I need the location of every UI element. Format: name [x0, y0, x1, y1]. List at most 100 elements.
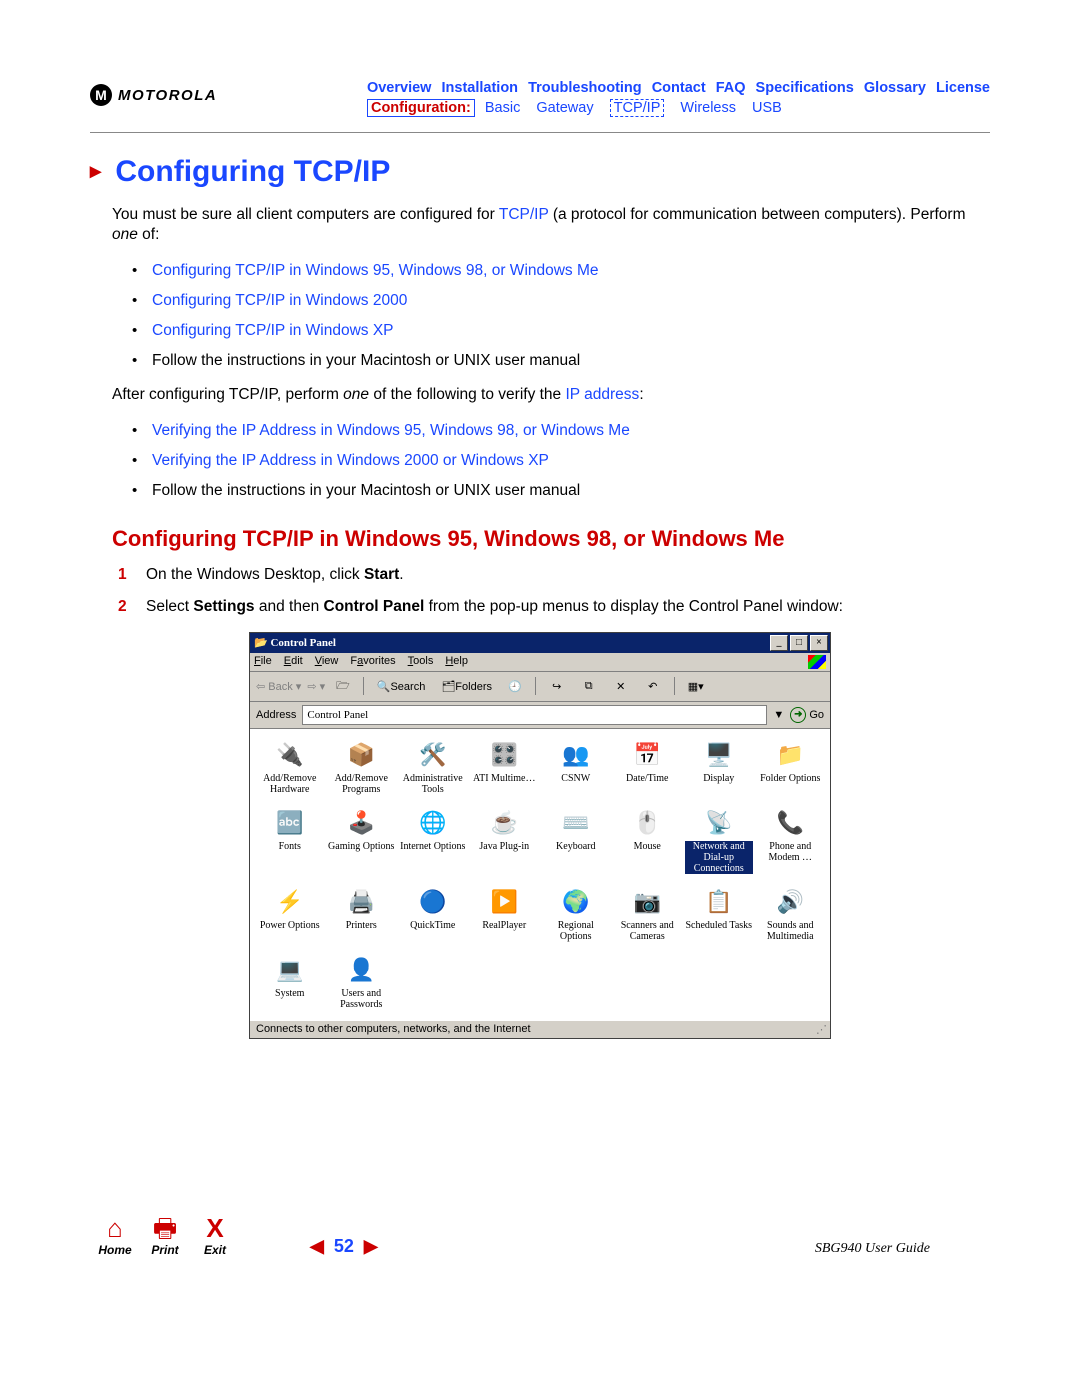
nav-sub-tcpip[interactable]: TCP/IP	[610, 99, 665, 117]
tool-copy[interactable]: ⧉	[576, 676, 602, 696]
cp-icon[interactable]: 📷Scanners and Cameras	[612, 884, 684, 948]
bullet-item[interactable]: Configuring TCP/IP in Windows 95, Window…	[122, 262, 990, 280]
footer-print[interactable]: 🖶 Print	[140, 1215, 190, 1257]
page-prev[interactable]: ◀	[310, 1236, 324, 1257]
tool-folders[interactable]: 🗂Folders	[436, 678, 497, 695]
nav-faq[interactable]: FAQ	[716, 80, 746, 96]
cp-icon[interactable]: 🖥️Display	[683, 737, 755, 801]
cp-icon[interactable]: 📡Network and Dial-up Connections	[683, 805, 755, 880]
bullet-list-2: Verifying the IP Address in Windows 95, …	[122, 422, 990, 500]
cp-icon[interactable]: 🔌Add/Remove Hardware	[254, 737, 326, 801]
cp-icon[interactable]: 🌐Internet Options	[397, 805, 469, 880]
cp-icon-glyph: 🔵	[417, 886, 449, 918]
cp-icon-label: Gaming Options	[328, 841, 396, 852]
bullet-link[interactable]: Configuring TCP/IP in Windows 95, Window…	[152, 262, 599, 279]
tool-delete[interactable]: ✕	[608, 676, 634, 696]
cp-icon-label: Add/Remove Programs	[328, 773, 396, 795]
menu-view[interactable]: View	[315, 655, 339, 669]
cp-icon-glyph: 🔊	[774, 886, 806, 918]
nav-overview[interactable]: Overview	[367, 80, 432, 96]
nav-sub-gateway[interactable]: Gateway	[536, 100, 593, 116]
cp-icon[interactable]: 🕹️ Gaming Options	[326, 805, 398, 880]
cp-icon[interactable]: 📞Phone and Modem …	[755, 805, 827, 880]
tool-forward[interactable]: ⇨ ▾	[307, 680, 325, 693]
footer-exit[interactable]: X Exit	[190, 1215, 240, 1257]
tool-undo[interactable]: ↶	[640, 676, 666, 696]
nav-specifications[interactable]: Specifications	[756, 80, 854, 96]
bullet-link[interactable]: Verifying the IP Address in Windows 95, …	[152, 422, 630, 439]
footer-home[interactable]: ⌂ Home	[90, 1215, 140, 1257]
cp-icon[interactable]: ▶️RealPlayer	[469, 884, 541, 948]
tool-views[interactable]: ▦▾	[683, 676, 709, 696]
maximize-button[interactable]: □	[790, 635, 808, 651]
bullet-item[interactable]: Configuring TCP/IP in Windows XP	[122, 322, 990, 340]
nav-contact[interactable]: Contact	[652, 80, 706, 96]
nav-sub-basic[interactable]: Basic	[485, 100, 520, 116]
nav-installation[interactable]: Installation	[442, 80, 519, 96]
tool-up[interactable]: 🗁	[331, 675, 355, 698]
addr-go[interactable]: ➜Go	[790, 707, 824, 723]
menu-favorites[interactable]: Favorites	[350, 655, 395, 669]
close-button[interactable]: ×	[810, 635, 828, 651]
cp-icon-label: Add/Remove Hardware	[256, 773, 324, 795]
link-ip-address[interactable]: IP address	[565, 386, 639, 403]
nav-sub-usb[interactable]: USB	[752, 100, 782, 116]
tool-back[interactable]: ⇦ Back ▾	[256, 680, 301, 693]
bullet-link[interactable]: Verifying the IP Address in Windows 2000…	[152, 452, 549, 469]
cp-icon[interactable]: 🖨️Printers	[326, 884, 398, 948]
cp-icon-label: Administrative Tools	[399, 773, 467, 795]
bullet-link[interactable]: Configuring TCP/IP in Windows XP	[152, 322, 394, 339]
page-footer: ⌂ Home 🖶 Print X Exit ◀ 52 ▶ SBG940 User…	[90, 1215, 990, 1257]
cp-icon[interactable]: 📦Add/Remove Programs	[326, 737, 398, 801]
resize-grip-icon[interactable]: ⋰	[816, 1023, 824, 1036]
bullet-item[interactable]: Configuring TCP/IP in Windows 2000	[122, 292, 990, 310]
nav-sub-wireless[interactable]: Wireless	[680, 100, 736, 116]
motorola-glyph-icon: M	[90, 84, 112, 106]
addr-dropdown[interactable]: ▼	[773, 709, 784, 721]
cp-icon[interactable]: 📅Date/Time	[612, 737, 684, 801]
bullet-link[interactable]: Configuring TCP/IP in Windows 2000	[152, 292, 407, 309]
bullet-item: Follow the instructions in your Macintos…	[122, 352, 990, 370]
addr-input[interactable]	[302, 705, 767, 725]
nav-troubleshooting[interactable]: Troubleshooting	[528, 80, 642, 96]
cp-icon[interactable]: 📁Folder Options	[755, 737, 827, 801]
tool-search[interactable]: 🔍Search	[372, 678, 431, 695]
nav-glossary[interactable]: Glossary	[864, 80, 926, 96]
cp-icon[interactable]: ⚡Power Options	[254, 884, 326, 948]
menu-tools[interactable]: Tools	[408, 655, 434, 669]
nav-license[interactable]: License	[936, 80, 990, 96]
cp-icon[interactable]: 🔊Sounds and Multimedia	[755, 884, 827, 948]
cp-icon-label: System	[256, 988, 324, 999]
cp-addressbar: Address ▼ ➜Go	[250, 702, 830, 729]
menu-edit[interactable]: Edit	[284, 655, 303, 669]
cp-icon[interactable]: 🔵QuickTime	[397, 884, 469, 948]
cp-icon[interactable]: 🖱️Mouse	[612, 805, 684, 880]
link-tcpip[interactable]: TCP/IP	[499, 206, 549, 223]
nav-top: Overview Installation Troubleshooting Co…	[367, 80, 990, 96]
cp-icon[interactable]: ☕Java Plug-in	[469, 805, 541, 880]
cp-icon[interactable]: 🛠️Administrative Tools	[397, 737, 469, 801]
cp-icon[interactable]: 🎛️ATI Multime…	[469, 737, 541, 801]
cp-icon[interactable]: 💻System	[254, 952, 326, 1016]
cp-icon[interactable]: 📋Scheduled Tasks	[683, 884, 755, 948]
page-next[interactable]: ▶	[364, 1236, 378, 1257]
cp-icon[interactable]: 🌍Regional Options	[540, 884, 612, 948]
cp-icon-label: Power Options	[256, 920, 324, 931]
cp-icon-label: Java Plug-in	[471, 841, 539, 852]
cp-icon[interactable]: 👤Users and Passwords	[326, 952, 398, 1016]
cp-icon-glyph: 🔌	[274, 739, 306, 771]
menu-help[interactable]: Help	[445, 655, 468, 669]
cp-icon[interactable]: 👥CSNW	[540, 737, 612, 801]
cp-icon-glyph: 🕹️	[345, 807, 377, 839]
cp-icon-label: Keyboard	[542, 841, 610, 852]
cp-icon[interactable]: ⌨️Keyboard	[540, 805, 612, 880]
menu-file[interactable]: File	[254, 655, 272, 669]
tool-move[interactable]: ↪	[544, 676, 570, 696]
tool-history[interactable]: 🕘	[503, 678, 527, 695]
cp-icon-glyph: 📦	[345, 739, 377, 771]
bullet-item[interactable]: Verifying the IP Address in Windows 95, …	[122, 422, 990, 440]
minimize-button[interactable]: _	[770, 635, 788, 651]
cp-icon[interactable]: 🔤Fonts	[254, 805, 326, 880]
bullet-item[interactable]: Verifying the IP Address in Windows 2000…	[122, 452, 990, 470]
cp-icon-label: Regional Options	[542, 920, 610, 942]
